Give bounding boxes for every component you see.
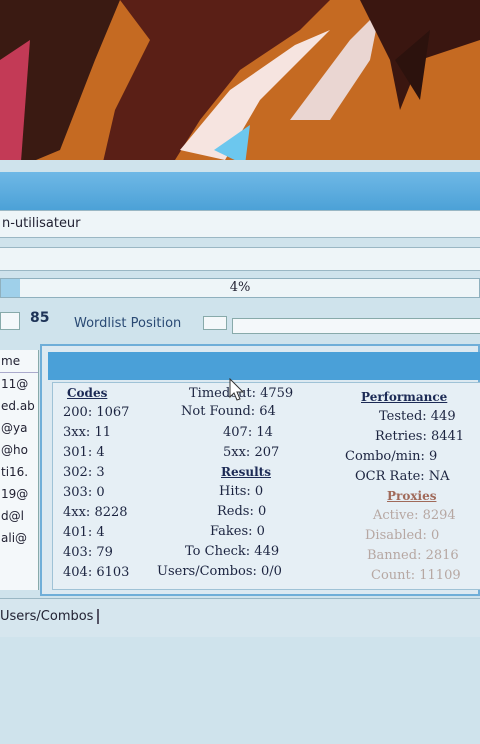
code-3xx: 3xx: 11: [63, 425, 111, 440]
code-407: 407: 14: [223, 425, 273, 440]
performance-heading: Performance: [361, 390, 448, 404]
stats-panel: Codes 200: 1067 3xx: 11 301: 4 302: 3 30…: [40, 344, 480, 596]
list-item[interactable]: ali@: [0, 527, 38, 549]
mouse-cursor-icon: [229, 378, 245, 401]
proxies-disabled-stat: Disabled: 0: [365, 528, 440, 543]
code-403: 403: 79: [63, 545, 113, 560]
code-200: 200: 1067: [63, 405, 130, 420]
tested-stat: Tested: 449: [379, 409, 456, 424]
proxies-heading: Proxies: [387, 489, 437, 503]
combo-min-stat: Combo/min: 9: [345, 449, 438, 464]
users-combos-stat: Users/Combos: 0/0: [157, 564, 282, 579]
code-5xx: 5xx: 207: [223, 445, 280, 460]
stats-panel-header: [48, 352, 480, 380]
code-4xx: 4xx: 8228: [63, 505, 128, 520]
retries-stat: Retries: 8441: [375, 429, 465, 444]
code-302: 302: 3: [63, 465, 105, 480]
proxies-active-stat: Active: 8294: [373, 508, 456, 523]
anime-art-image: [0, 0, 480, 175]
proxies-count-stat: Count: 11109: [371, 568, 461, 583]
wordlist-position-box[interactable]: [203, 316, 227, 330]
username-field[interactable]: n-utilisateur: [0, 210, 480, 238]
progress-fill: [1, 279, 21, 297]
wordlist-position-slider[interactable]: [232, 318, 480, 334]
list-item[interactable]: @ho: [0, 439, 38, 461]
fakes-stat: Fakes: 0: [210, 524, 265, 539]
empty-field[interactable]: [0, 247, 480, 271]
email-list[interactable]: me 11@ ed.ab @ya @ho ti16. 19@ d@l ali@: [0, 350, 39, 590]
not-found-stat: Not Found: 64: [181, 404, 276, 419]
codes-heading: Codes: [67, 386, 108, 400]
code-404: 404: 6103: [63, 565, 130, 580]
code-301: 301: 4: [63, 445, 105, 460]
results-heading: Results: [221, 465, 271, 479]
list-item[interactable]: ed.ab: [0, 395, 38, 417]
window-titlebar: [0, 172, 480, 212]
bot-count-value: 85: [30, 310, 50, 326]
wordlist-position-label: Wordlist Position: [74, 316, 182, 331]
list-item[interactable]: 19@: [0, 483, 38, 505]
stats-area: Codes 200: 1067 3xx: 11 301: 4 302: 3 30…: [52, 382, 480, 590]
bot-count-spinner[interactable]: [0, 312, 20, 330]
list-item[interactable]: 11@: [0, 373, 38, 395]
status-bar: Users/Combos: [0, 598, 480, 637]
list-header[interactable]: me: [0, 350, 38, 373]
reds-stat: Reds: 0: [217, 504, 267, 519]
hits-stat: Hits: 0: [219, 484, 264, 499]
list-item[interactable]: ti16.: [0, 461, 38, 483]
proxies-banned-stat: Banned: 2816: [367, 548, 459, 563]
progress-label: 4%: [229, 280, 251, 295]
users-combos-tab[interactable]: Users/Combos: [0, 609, 100, 624]
list-item[interactable]: @ya: [0, 417, 38, 439]
desktop-wallpaper: [0, 0, 480, 175]
to-check-stat: To Check: 449: [185, 544, 280, 559]
ocr-rate-stat: OCR Rate: NA: [355, 469, 450, 484]
progress-bar: 4%: [0, 278, 480, 298]
list-item[interactable]: d@l: [0, 505, 38, 527]
code-401: 401: 4: [63, 525, 105, 540]
code-303: 303: 0: [63, 485, 105, 500]
wordlist-row: 85 Wordlist Position: [0, 306, 480, 342]
